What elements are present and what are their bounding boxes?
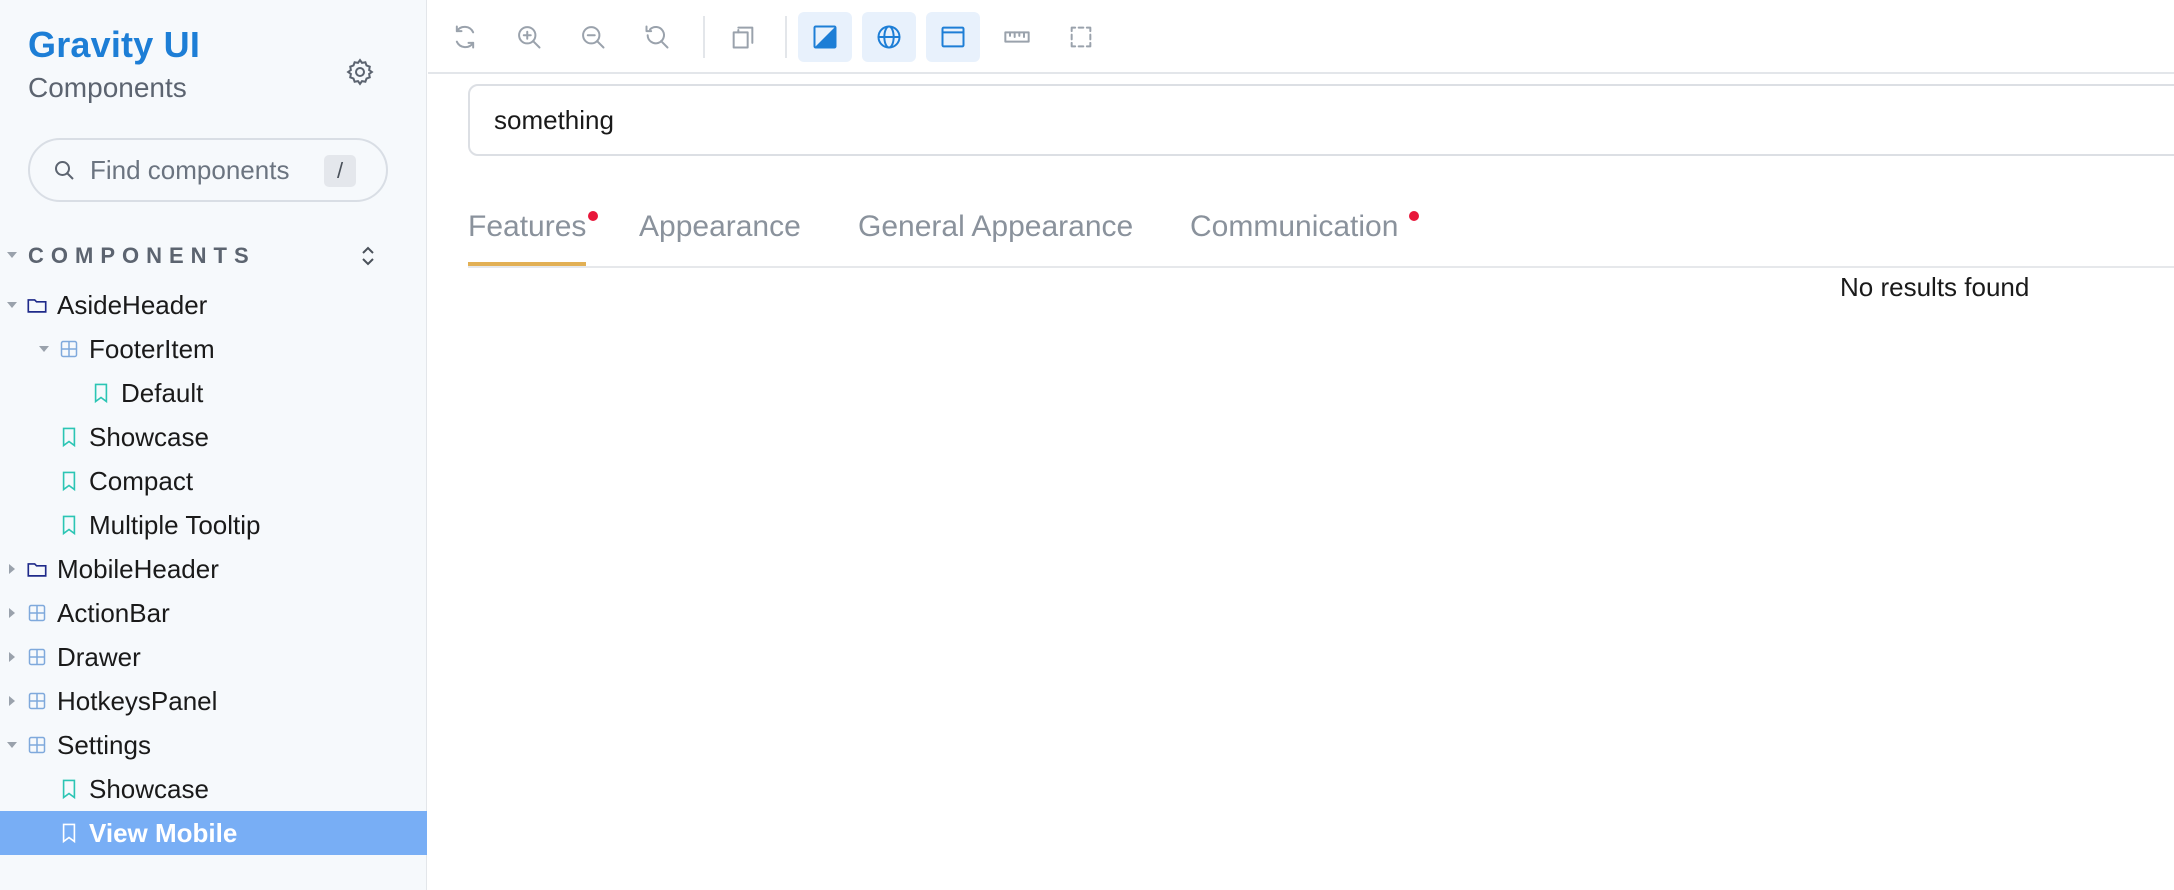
search-input[interactable] xyxy=(90,154,320,186)
tree-item[interactable]: AsideHeader xyxy=(0,283,427,327)
outline-button[interactable] xyxy=(1054,12,1108,62)
tree-item[interactable]: Multiple Tooltip xyxy=(0,503,427,547)
bookmark-icon xyxy=(57,513,81,537)
tree-item[interactable]: Compact xyxy=(0,459,427,503)
tree-item[interactable]: Drawer xyxy=(0,635,427,679)
caret-down-icon[interactable] xyxy=(6,739,18,751)
zoom-in-icon xyxy=(518,26,541,49)
tree-item-label: AsideHeader xyxy=(57,289,208,320)
caret-right-icon[interactable] xyxy=(6,563,18,575)
caret-down-icon[interactable] xyxy=(38,343,50,355)
zoom-out-icon xyxy=(582,26,605,49)
folder-icon xyxy=(25,557,49,581)
bookmark-icon xyxy=(57,425,81,449)
caret-right-icon[interactable] xyxy=(6,607,18,619)
theme-button[interactable] xyxy=(798,12,852,62)
preview-toolbar xyxy=(428,0,2174,74)
tab-communication[interactable]: Communication xyxy=(1190,210,1398,266)
layers-icon xyxy=(732,26,754,49)
component-icon xyxy=(25,645,49,669)
remount-button[interactable] xyxy=(438,12,492,62)
tree-item-label: Multiple Tooltip xyxy=(89,509,261,540)
tab-general-appearance[interactable]: General Appearance xyxy=(858,210,1133,266)
tree-item[interactable]: Showcase xyxy=(0,415,427,459)
tree-item-label: View Mobile xyxy=(89,817,238,848)
sidebar: Gravity UI Components / COMPONENTS Aside… xyxy=(0,0,427,890)
tab-appearance[interactable]: Appearance xyxy=(639,210,801,266)
tree-item[interactable]: ActionBar xyxy=(0,591,427,635)
component-tree: AsideHeader FooterItem Default Showcase Comp… xyxy=(0,283,427,855)
bookmark-icon xyxy=(57,821,81,845)
viewport-button[interactable] xyxy=(926,12,980,62)
folder-icon xyxy=(25,293,49,317)
tree-item-label: Compact xyxy=(89,465,194,496)
tree-item-label: Default xyxy=(121,377,204,408)
component-icon xyxy=(25,689,49,713)
component-icon xyxy=(25,601,49,625)
layers-button[interactable] xyxy=(716,12,770,62)
zoom-in-button[interactable] xyxy=(502,12,556,62)
tree-item[interactable]: Default xyxy=(0,371,427,415)
zoom-out-button[interactable] xyxy=(566,12,620,62)
globe-icon xyxy=(877,25,901,49)
reset-zoom-button[interactable] xyxy=(630,12,684,62)
chevron-up-down-icon xyxy=(362,246,374,266)
expand-collapse-button[interactable] xyxy=(356,240,380,272)
reset-zoom-icon xyxy=(645,25,669,49)
tree-item-label: FooterItem xyxy=(89,333,215,364)
tree-item-label: Settings xyxy=(57,729,151,760)
caret-right-icon[interactable] xyxy=(6,695,18,707)
gear-icon xyxy=(346,58,374,86)
component-icon xyxy=(25,733,49,757)
component-icon xyxy=(57,337,81,361)
viewport-icon xyxy=(941,26,965,48)
tree-item-label: Showcase xyxy=(89,421,209,452)
tree-item[interactable]: FooterItem xyxy=(0,327,427,371)
bookmark-icon xyxy=(57,777,81,801)
caret-down-icon xyxy=(7,252,17,258)
tree-item[interactable]: MobileHeader xyxy=(0,547,427,591)
theme-icon xyxy=(813,25,837,49)
search-icon xyxy=(50,156,78,184)
tree-item-label: ActionBar xyxy=(57,597,170,628)
ruler-button[interactable] xyxy=(990,12,1044,62)
brand-title[interactable]: Gravity UI xyxy=(28,24,200,66)
section-title: COMPONENTS xyxy=(28,243,256,268)
tree-item[interactable]: Settings xyxy=(0,723,427,767)
search-shortcut-badge: / xyxy=(324,155,356,187)
remount-icon xyxy=(455,25,475,49)
bookmark-icon xyxy=(57,469,81,493)
notification-dot xyxy=(1409,211,1419,221)
tree-item[interactable]: Showcase xyxy=(0,767,427,811)
brand-subtitle: Components xyxy=(28,72,187,103)
tree-item[interactable]: View Mobile xyxy=(0,811,427,855)
toolbar-separator xyxy=(703,16,705,58)
globe-button[interactable] xyxy=(862,12,916,62)
tree-item-label: HotkeysPanel xyxy=(57,685,218,716)
tree-item-label: Showcase xyxy=(89,773,209,804)
tab-bar: Features Appearance General Appearance Comm… xyxy=(468,200,2174,268)
components-section-header[interactable]: COMPONENTS xyxy=(0,240,427,272)
filter-input[interactable] xyxy=(468,84,2174,156)
notification-dot xyxy=(588,211,598,221)
ruler-icon xyxy=(1004,31,1030,43)
outline-icon xyxy=(1070,26,1092,48)
settings-button[interactable] xyxy=(340,52,380,92)
caret-down-icon[interactable] xyxy=(6,299,18,311)
bookmark-icon xyxy=(89,381,113,405)
caret-right-icon[interactable] xyxy=(6,651,18,663)
tree-item[interactable]: HotkeysPanel xyxy=(0,679,427,723)
empty-state-message: No results found xyxy=(1840,272,2030,302)
tree-item-label: MobileHeader xyxy=(57,553,219,584)
toolbar-separator xyxy=(785,16,787,58)
component-search[interactable]: / xyxy=(28,138,388,202)
tree-item-label: Drawer xyxy=(57,641,141,672)
tab-features[interactable]: Features xyxy=(468,210,587,266)
